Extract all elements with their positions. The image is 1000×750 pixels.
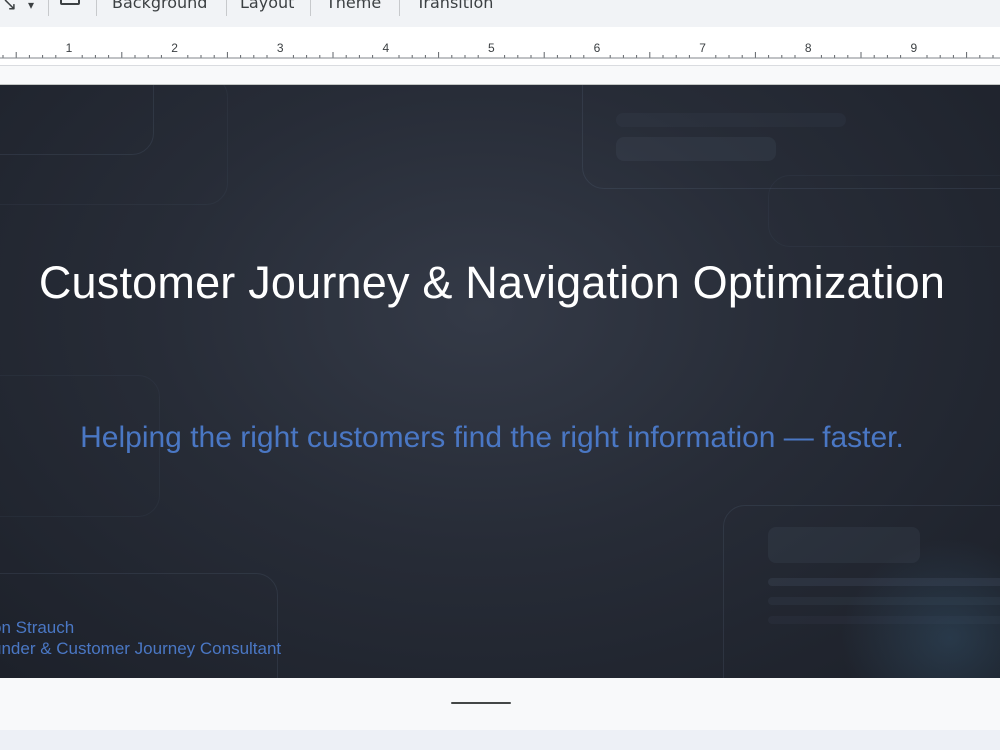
corner-glow	[840, 538, 1000, 678]
layout-button[interactable]: Layout	[240, 0, 294, 12]
slide-author-block[interactable]: on Strauch under & Customer Journey Cons…	[0, 617, 281, 659]
undo-arrow-icon[interactable]: ↘	[2, 0, 17, 15]
slide-title[interactable]: Customer Journey & Navigation Optimizati…	[0, 257, 984, 309]
decorative-card	[0, 85, 228, 205]
horizontal-ruler[interactable]: 1 2 3 4 5 6 7 8 9	[0, 27, 1000, 66]
toolbar-divider	[310, 0, 311, 16]
new-comment-icon-svg	[60, 0, 80, 5]
ruler-number: 3	[277, 41, 284, 55]
filmstrip-area	[0, 678, 1000, 750]
theme-button[interactable]: Theme	[326, 0, 381, 12]
ruler-number: 4	[382, 41, 389, 55]
toolbar-divider	[399, 0, 400, 16]
author-role: under & Customer Journey Consultant	[0, 639, 282, 658]
ruler-number: 9	[910, 41, 917, 55]
slide-canvas[interactable]: Customer Journey & Navigation Optimizati…	[0, 85, 1000, 678]
resize-handle[interactable]	[451, 702, 511, 704]
toolbar-divider	[48, 0, 49, 16]
toolbar-divider	[96, 0, 97, 16]
ruler-number: 6	[594, 41, 601, 55]
bottom-band	[0, 730, 1000, 750]
toolbar-divider	[226, 0, 227, 16]
canvas-gap	[0, 66, 1000, 85]
decorative-bar	[616, 137, 776, 161]
ruler-number: 8	[805, 41, 812, 55]
author-name: on Strauch	[0, 618, 75, 637]
ruler-ticks: 1 2 3 4 5 6 7 8 9	[0, 41, 1000, 59]
chevron-down-icon[interactable]: ▾	[28, 0, 34, 12]
toolbar: ↘ ▾ Background Layout Theme Transition	[0, 0, 1000, 27]
decorative-card	[768, 175, 1000, 247]
slide-subtitle[interactable]: Helping the right customers find the rig…	[0, 421, 984, 455]
background-button[interactable]: Background	[112, 0, 207, 12]
ruler-number: 1	[66, 41, 73, 55]
ruler-number: 2	[171, 41, 178, 55]
new-comment-icon[interactable]	[60, 0, 82, 15]
decorative-bar	[616, 113, 846, 127]
ruler-number: 5	[488, 41, 495, 55]
ruler-number: 7	[699, 41, 706, 55]
transition-button[interactable]: Transition	[416, 0, 493, 12]
